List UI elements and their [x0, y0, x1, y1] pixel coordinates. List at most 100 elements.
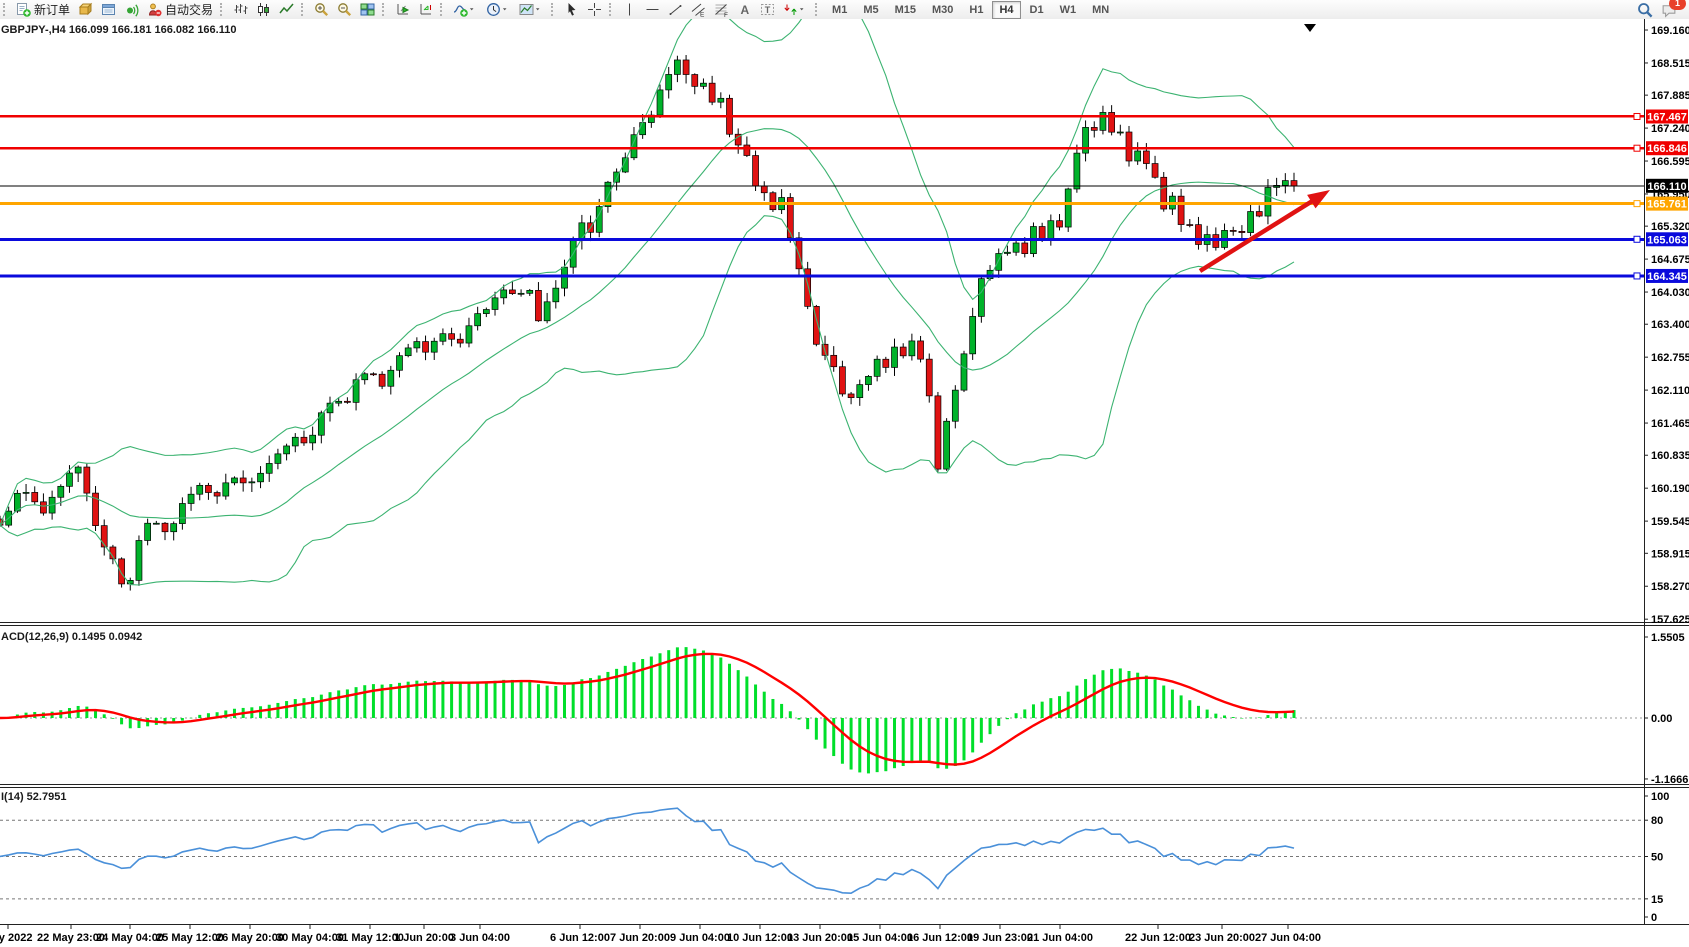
timeframe-button-m30[interactable]: M30: [925, 1, 960, 19]
auto-scroll-button[interactable]: [392, 0, 413, 19]
bollinger-upper-band[interactable]: [0, 19, 1294, 525]
candle-up: [553, 288, 559, 302]
caret-down-icon[interactable]: [502, 2, 511, 17]
timeframe-button-m15[interactable]: M15: [888, 1, 923, 19]
new-order-button[interactable]: 新订单: [13, 0, 73, 19]
price-tick-label: 169.160: [1651, 25, 1689, 37]
candle-up: [275, 454, 281, 464]
tile-windows-button[interactable]: [357, 0, 378, 19]
zoom-out-button[interactable]: [334, 0, 355, 19]
level-endpoint-marker[interactable]: [1634, 113, 1640, 119]
timeframe-button-mn[interactable]: MN: [1085, 1, 1116, 19]
timeframe-button-h1[interactable]: H1: [962, 1, 990, 19]
rsi-axis-label: 50: [1651, 852, 1663, 864]
vertical-line-button[interactable]: [619, 0, 640, 19]
candle-down: [761, 186, 767, 193]
macd-histogram-bar: [728, 664, 731, 718]
macd-histogram-bar: [1197, 706, 1200, 718]
price-tag-label: 166.846: [1647, 143, 1687, 155]
chart-shift-marker[interactable]: [1304, 24, 1316, 32]
timeframe-button-d1[interactable]: D1: [1023, 1, 1051, 19]
auto-scroll-icon: [395, 2, 410, 17]
macd-histogram-bar: [1180, 695, 1183, 718]
candle-down: [1057, 221, 1063, 227]
new-order-label: 新订单: [34, 1, 70, 18]
candle-up: [171, 524, 177, 532]
svg-text:E: E: [700, 12, 705, 18]
candle-up: [310, 435, 316, 443]
level-endpoint-marker[interactable]: [1634, 145, 1640, 151]
macd-histogram-bar: [1258, 718, 1261, 719]
indicators-button[interactable]: [450, 0, 481, 19]
bar-chart-button[interactable]: [230, 0, 251, 19]
chart-shift-button[interactable]: [415, 0, 436, 19]
trendline-button[interactable]: [665, 0, 686, 19]
fibonacci-button[interactable]: F: [711, 0, 732, 19]
time-tick-label: 1 Jun 20:00: [394, 932, 454, 944]
macd-histogram-bar: [824, 718, 827, 749]
candle-up: [1004, 252, 1010, 253]
horizontal-line-button[interactable]: [642, 0, 663, 19]
periods-button[interactable]: [483, 0, 514, 19]
data-window-button[interactable]: [98, 0, 119, 19]
macd-histogram-bar: [450, 681, 453, 718]
crosshair-button[interactable]: [584, 0, 605, 19]
macd-histogram-bar: [1015, 713, 1018, 718]
macd-histogram-bar: [928, 718, 931, 762]
candlestick-chart-button[interactable]: [253, 0, 274, 19]
notifications-button[interactable]: 1: [1658, 0, 1680, 19]
macd-histogram-bar: [997, 718, 1000, 726]
macd-histogram-bar: [989, 718, 992, 734]
signals-button[interactable]: [121, 0, 142, 19]
level-endpoint-marker[interactable]: [1634, 273, 1640, 279]
macd-histogram-bar: [789, 711, 792, 718]
caret-down-icon: [469, 2, 478, 17]
macd-histogram-bar: [528, 681, 531, 718]
trend-arrow-line[interactable]: [1200, 195, 1322, 271]
price-axis[interactable]: 169.160168.515167.885167.240166.595165.9…: [1634, 25, 1689, 626]
text-label-button[interactable]: T: [757, 0, 778, 19]
macd-histogram-bar: [711, 654, 714, 718]
macd-histogram-bar: [1223, 715, 1226, 718]
arrows-button[interactable]: [780, 0, 811, 19]
bollinger-lower-band[interactable]: [0, 216, 1294, 585]
time-tick-label: 16 Jun 12:00: [907, 932, 973, 944]
macd-histogram-bar: [1110, 669, 1113, 718]
candle-down: [379, 374, 385, 386]
level-endpoint-marker[interactable]: [1634, 236, 1640, 242]
cursor-button[interactable]: [561, 0, 582, 19]
market-watch-button[interactable]: [75, 0, 96, 19]
macd-histogram-bar: [572, 682, 575, 718]
time-tick-label: 9 Jun 04:00: [670, 932, 730, 944]
caret-down-icon[interactable]: [469, 2, 478, 17]
bollinger-middle-band[interactable]: [0, 129, 1294, 525]
level-endpoint-marker[interactable]: [1634, 201, 1640, 207]
timeframe-button-m5[interactable]: M5: [856, 1, 885, 19]
timeframe-button-w1[interactable]: W1: [1053, 1, 1084, 19]
candle-down: [1091, 127, 1097, 130]
timeframe-button-m1[interactable]: M1: [825, 1, 854, 19]
auto-trading-button[interactable]: 自动交易: [144, 0, 216, 19]
candle-down: [1152, 164, 1158, 178]
macd-histogram-bar: [372, 684, 375, 718]
zoom-in-button[interactable]: [311, 0, 332, 19]
time-tick-label: 21 Jun 04:00: [1027, 932, 1093, 944]
search-button[interactable]: [1634, 0, 1656, 19]
chart-canvas[interactable]: 169.160168.515167.885167.240166.595165.9…: [0, 19, 1689, 947]
candle-up: [405, 348, 411, 356]
templates-button[interactable]: [516, 0, 547, 19]
text-button[interactable]: A: [734, 0, 755, 19]
timeframe-button-h4[interactable]: H4: [992, 1, 1020, 19]
caret-down-icon[interactable]: [535, 2, 544, 17]
chart-area[interactable]: 169.160168.515167.885167.240166.595165.9…: [0, 19, 1689, 947]
caret-down-icon[interactable]: [799, 2, 808, 17]
equidistant-channel-button[interactable]: E: [688, 0, 709, 19]
trend-arrow-head[interactable]: [1307, 190, 1330, 208]
line-chart-button[interactable]: [276, 0, 297, 19]
candle-up: [292, 437, 298, 446]
macd-histogram-bar: [1206, 710, 1209, 718]
candle-up: [892, 347, 898, 367]
time-tick-label: 25 May 12:00: [156, 932, 224, 944]
time-axis[interactable]: May 202222 May 23:0024 May 04:0025 May 1…: [0, 925, 1321, 944]
signals-icon: [124, 2, 139, 17]
